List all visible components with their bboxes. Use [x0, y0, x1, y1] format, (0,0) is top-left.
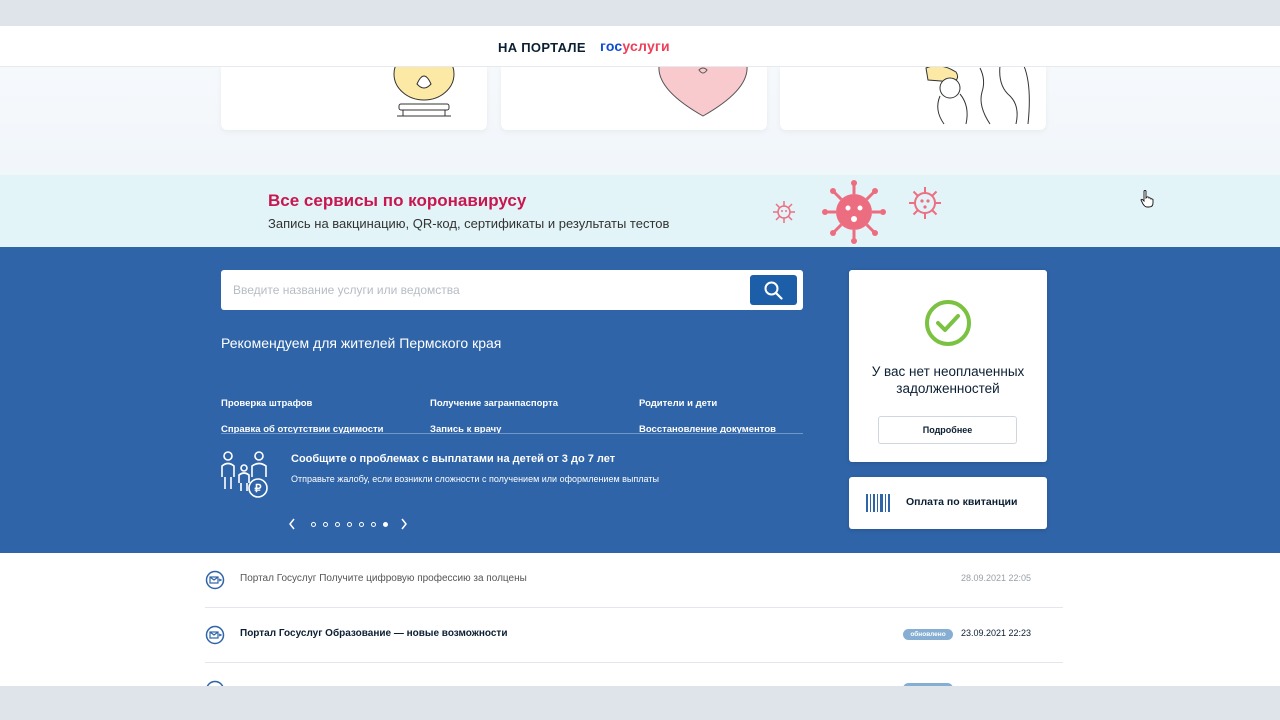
chevron-left-icon[interactable] [288, 518, 296, 530]
updated-badge-partial [903, 683, 953, 686]
notification-feed: Портал Госуслуг Получите цифровую профес… [0, 553, 1280, 686]
promo-subtitle: Отправьте жалобу, если возникли сложност… [291, 474, 659, 484]
carousel-dot[interactable] [311, 522, 316, 527]
covid-banner[interactable]: Все сервисы по коронавирусу Запись на ва… [0, 175, 1280, 247]
nav-portal-link[interactable]: НА ПОРТАЛЕ [498, 40, 586, 55]
page: НА ПОРТАЛЕ госуслуги Все сервисы по коро… [0, 26, 1280, 686]
payment-receipt-button[interactable]: Оплата по квитанции [849, 477, 1047, 529]
debt-message: У вас нет неоплаченных задолженностей [871, 364, 1025, 396]
top-header: НА ПОРТАЛЕ госуслуги [0, 26, 1280, 67]
details-button[interactable]: Подробнее [878, 416, 1017, 444]
message-icon [206, 680, 224, 686]
search-button[interactable] [750, 275, 797, 305]
recommend-title: Рекомендуем для жителей Пермского края [221, 335, 502, 351]
search-icon [764, 281, 783, 300]
chevron-right-icon[interactable] [400, 518, 408, 530]
category-card-utilities[interactable] [221, 66, 487, 130]
rec-link-fines[interactable]: Проверка штрафов [221, 398, 312, 409]
section-divider [221, 433, 803, 434]
barcode-icon [866, 494, 890, 512]
gas-burner-icon [393, 66, 455, 117]
search-input[interactable] [221, 270, 741, 310]
feed-item-title: Портал Госуслуг Получите цифровую профес… [240, 573, 527, 584]
carousel-dot-active[interactable] [383, 522, 388, 527]
carousel-dot[interactable] [335, 522, 340, 527]
feed-item[interactable]: Портал Госуслуг Получите цифровую профес… [205, 553, 1063, 608]
virus-large-icon [822, 180, 886, 244]
carousel-dot[interactable] [323, 522, 328, 527]
category-cards [0, 66, 1280, 175]
logo-part-gos: гос [600, 38, 623, 54]
rec-link-passport[interactable]: Получение загранпаспорта [430, 398, 558, 409]
covid-subtitle: Запись на вакцинацию, QR-код, сертификат… [268, 216, 670, 231]
debt-panel: У вас нет неоплаченных задолженностей По… [849, 270, 1047, 462]
heart-icon [658, 66, 748, 117]
virus-icon [773, 201, 795, 223]
virus-small-icon [909, 187, 941, 219]
feed-item-partial[interactable] [205, 663, 1063, 686]
updated-badge: обновлено [903, 629, 953, 640]
carousel-dot[interactable] [359, 522, 364, 527]
hand-cursor-icon [1140, 190, 1154, 208]
services-section: Рекомендуем для жителей Пермского края П… [0, 247, 1280, 553]
carousel-dot[interactable] [347, 522, 352, 527]
feed-item-date: 23.09.2021 22:23 [961, 628, 1032, 638]
category-card-family[interactable] [780, 66, 1046, 130]
covid-title: Все сервисы по коронавирусу [268, 191, 527, 210]
family-illustration-icon [925, 66, 1030, 125]
feed-item-title: Портал Госуслуг Образование — новые возм… [240, 628, 508, 639]
rec-link-parents[interactable]: Родители и дети [639, 398, 717, 409]
message-icon [205, 625, 225, 645]
message-icon [205, 570, 225, 590]
feed-item-date: 28.09.2021 22:05 [961, 573, 1032, 583]
promo-title[interactable]: Сообщите о проблемах с выплатами на дете… [291, 453, 615, 465]
feed-item[interactable]: Портал Госуслуг Образование — новые возм… [205, 608, 1063, 663]
gosuslugi-logo[interactable]: госуслуги [600, 38, 670, 54]
logo-part-uslugi: услуги [622, 38, 670, 54]
check-circle-icon [925, 300, 971, 346]
family-ruble-icon: ₽ [221, 451, 268, 498]
search-bar [221, 270, 803, 310]
carousel-dot[interactable] [371, 522, 376, 527]
svg-text:₽: ₽ [255, 483, 262, 495]
payment-label: Оплата по квитанции [906, 496, 1018, 508]
category-card-health[interactable] [501, 66, 767, 130]
